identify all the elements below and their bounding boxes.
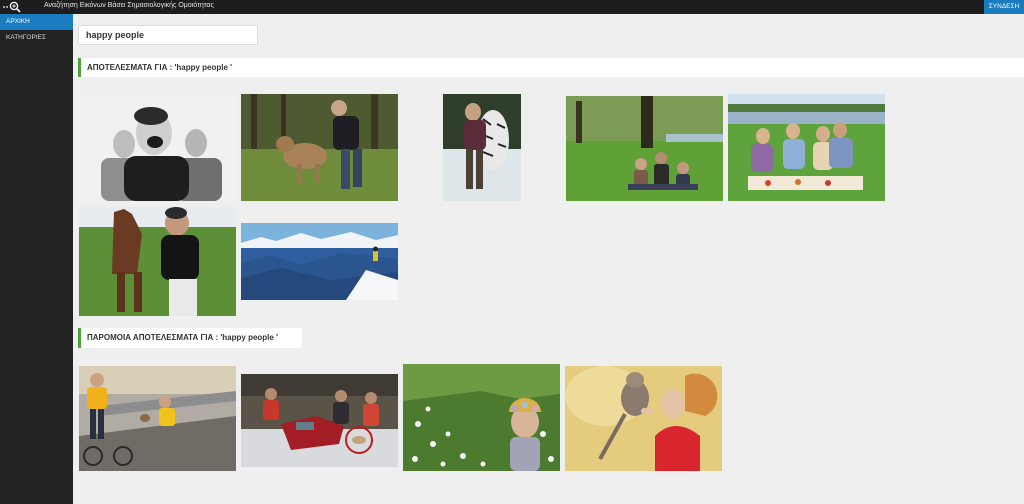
similar-image[interactable] — [403, 364, 560, 471]
similar-image[interactable] — [79, 366, 236, 471]
result-image[interactable] — [443, 94, 521, 201]
result-image[interactable] — [728, 94, 885, 201]
result-image[interactable] — [241, 223, 398, 300]
similar-image[interactable] — [241, 374, 398, 467]
app-title: Αναζήτηση Εικόνων Βάσει Σημασιολογικής Ο… — [44, 2, 214, 9]
search-input[interactable] — [78, 25, 258, 45]
result-image[interactable] — [241, 94, 398, 201]
sidebar-item-categories[interactable]: ΚΑΤΗΓΟΡΙΕΣ — [0, 30, 73, 46]
sidebar: ΑΡΧΙΚΗ ΚΑΤΗΓΟΡΙΕΣ — [0, 14, 73, 504]
main-content: ΑΠΟΤΕΛΕΣΜΑΤΑ ΓΙΑ : 'happy people ' — [73, 14, 1024, 504]
result-image[interactable] — [566, 96, 723, 201]
result-image[interactable] — [79, 96, 236, 201]
sidebar-item-home[interactable]: ΑΡΧΙΚΗ — [0, 14, 73, 30]
search-zoom-icon[interactable] — [2, 0, 24, 14]
login-button[interactable]: ΣΥΝΔΕΣΗ — [984, 0, 1024, 14]
results-heading: ΑΠΟΤΕΛΕΣΜΑΤΑ ΓΙΑ : 'happy people ' — [78, 58, 1024, 77]
similar-results-heading: ΠΑΡΟΜΟΙΑ ΑΠΟΤΕΛΕΣΜΑΤΑ ΓΙΑ : 'happy peopl… — [78, 328, 302, 348]
top-bar: Αναζήτηση Εικόνων Βάσει Σημασιολογικής Ο… — [0, 0, 1024, 14]
similar-image[interactable] — [565, 366, 722, 471]
result-image[interactable] — [79, 207, 236, 316]
